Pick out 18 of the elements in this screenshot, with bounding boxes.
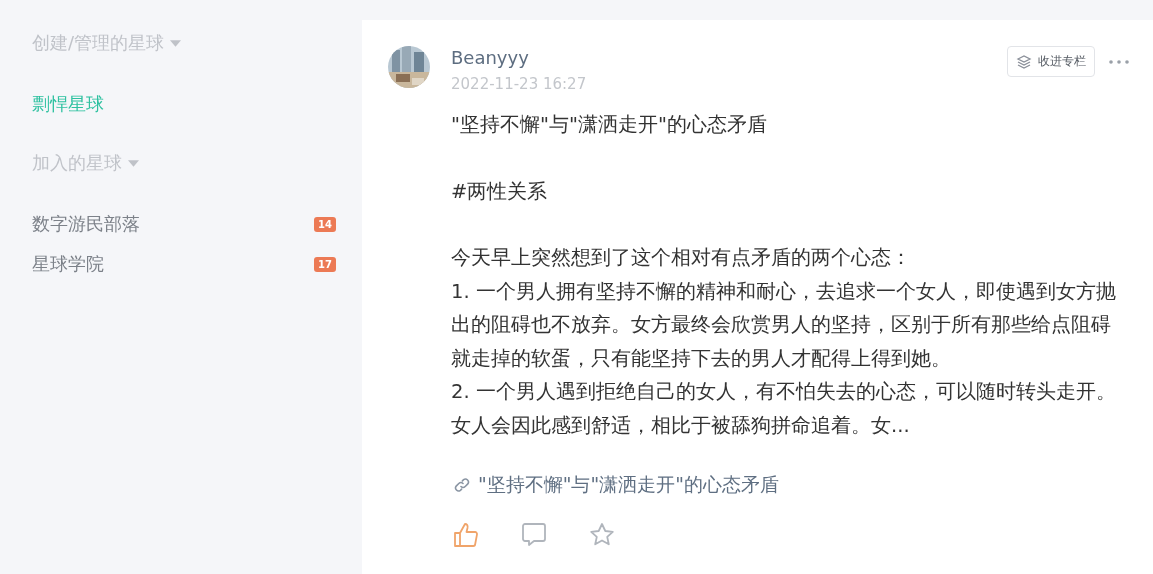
post-paragraph: "坚持不懈"与"潇洒走开"的心态矛盾 bbox=[451, 112, 768, 138]
collect-button[interactable]: 收进专栏 bbox=[1007, 46, 1095, 77]
count-badge: 14 bbox=[314, 216, 336, 232]
comment-icon[interactable] bbox=[521, 522, 547, 548]
author-name[interactable]: Beanyyy bbox=[451, 46, 1007, 70]
link-icon bbox=[454, 477, 470, 493]
count-badge: 17 bbox=[314, 256, 336, 272]
sidebar-item[interactable]: 剽悍星球 bbox=[32, 92, 104, 116]
post-paragraph: 今天早上突然想到了这个相对有点矛盾的两个心态： 1. 一个男人拥有坚持不懈的精神和耐心，去追求一个女人，即使遇到女方抛出的阻碍也不放弃。女方最终会欣赏男人的坚持，区别于所有那些给点阻碍就走掉的软蛋，只有能坚持下去的男人才配得上得到她。 2. 一个男人遇到拒绝自己的女人，有不怕失去的心态，可以随时转头走开。女人会因此感到舒适，相比于被舔狗拼命追着。女... bbox=[451, 245, 1117, 439]
like-icon[interactable] bbox=[453, 522, 479, 548]
post-time: 2022-11-23 16:27 bbox=[451, 74, 588, 94]
stack-icon bbox=[1016, 54, 1032, 69]
post-paragraph: #两性关系 bbox=[451, 178, 549, 205]
star-icon[interactable] bbox=[589, 522, 615, 548]
sidebar-item[interactable]: 数字游民部落 bbox=[32, 212, 140, 236]
sidebar-item[interactable]: 星球学院 bbox=[32, 252, 104, 276]
more-icon[interactable] bbox=[1109, 60, 1129, 64]
article-link[interactable]: "坚持不懈"与"潇洒走开"的心态矛盾 bbox=[454, 472, 779, 498]
